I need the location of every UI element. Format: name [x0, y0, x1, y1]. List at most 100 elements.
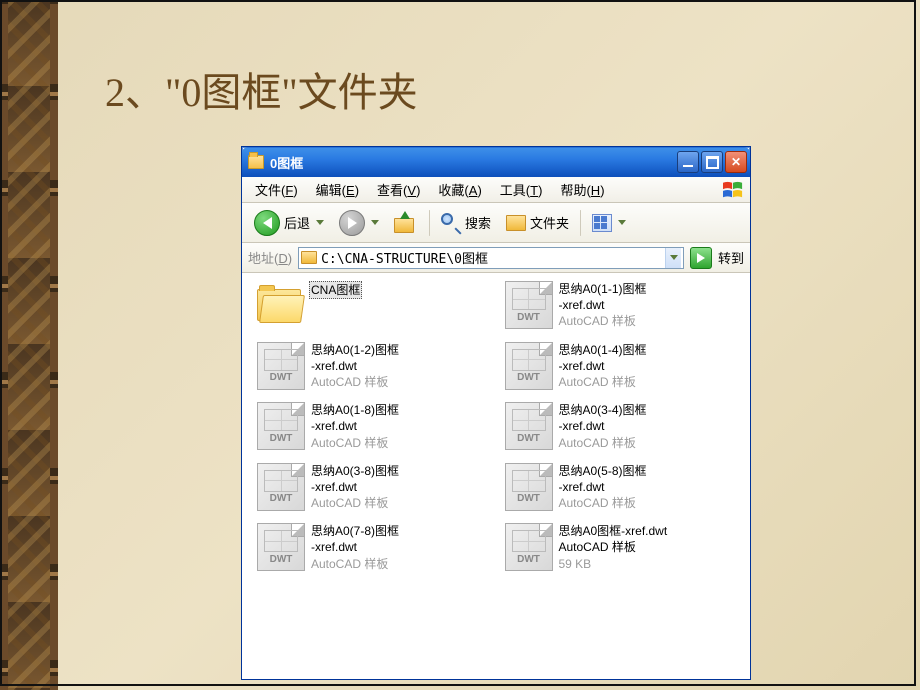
file-type: 59 KB — [559, 556, 668, 572]
menubar: 文件(F) 编辑(E) 查看(V) 收藏(A) 工具(T) 帮助(H) — [242, 177, 750, 203]
file-type: AutoCAD 样板 — [559, 435, 647, 451]
file-type: AutoCAD 样板 — [311, 435, 399, 451]
file-list-area[interactable]: CNA图框DWT思纳A0(1-1)图框-xref.dwtAutoCAD 样板DW… — [242, 273, 750, 679]
dwt-file-icon: DWT — [505, 463, 553, 511]
dwt-file-icon: DWT — [257, 463, 305, 511]
search-icon — [441, 213, 461, 233]
go-label: 转到 — [718, 248, 744, 267]
go-button[interactable] — [690, 247, 712, 269]
file-item[interactable]: DWT思纳A0图框-xref.dwtAutoCAD 样板59 KB — [505, 523, 743, 572]
menu-file[interactable]: 文件(F) — [246, 178, 307, 201]
file-type: AutoCAD 样板 — [311, 495, 399, 511]
file-name: CNA图框 — [309, 281, 362, 299]
toolbar: 后退 搜索 文件夹 — [242, 203, 750, 243]
folder-item[interactable]: CNA图框 — [257, 281, 495, 330]
maximize-button[interactable] — [701, 151, 723, 173]
file-name: 思纳A0(1-4)图框 — [559, 342, 647, 358]
dropdown-arrow-icon — [618, 220, 626, 225]
dwt-file-icon: DWT — [505, 523, 553, 571]
views-icon — [592, 214, 612, 232]
file-type: AutoCAD 样板 — [311, 556, 399, 572]
dwt-file-icon: DWT — [505, 342, 553, 390]
up-folder-button[interactable] — [388, 210, 424, 236]
file-label-group: 思纳A0(3-4)图框-xref.dwtAutoCAD 样板 — [559, 402, 647, 451]
address-field[interactable] — [298, 247, 684, 269]
address-label: 地址(D) — [248, 248, 292, 267]
file-item[interactable]: DWT思纳A0(1-1)图框-xref.dwtAutoCAD 样板 — [505, 281, 743, 330]
forward-arrow-icon — [339, 210, 365, 236]
dropdown-arrow-icon — [316, 220, 324, 225]
file-type: AutoCAD 样板 — [559, 495, 647, 511]
file-label-group: 思纳A0(1-4)图框-xref.dwtAutoCAD 样板 — [559, 342, 647, 391]
file-line2: -xref.dwt — [559, 358, 647, 374]
dropdown-arrow-icon — [371, 220, 379, 225]
file-label-group: 思纳A0(3-8)图框-xref.dwtAutoCAD 样板 — [311, 463, 399, 512]
views-button[interactable] — [586, 211, 632, 235]
window-caption: 0图框 — [270, 153, 677, 172]
menu-edit[interactable]: 编辑(E) — [307, 178, 368, 201]
dwt-file-icon: DWT — [257, 342, 305, 390]
file-item[interactable]: DWT思纳A0(1-2)图框-xref.dwtAutoCAD 样板 — [257, 342, 495, 391]
dwt-file-icon: DWT — [257, 523, 305, 571]
file-item[interactable]: DWT思纳A0(5-8)图框-xref.dwtAutoCAD 样板 — [505, 463, 743, 512]
address-input[interactable] — [321, 249, 665, 267]
file-name: 思纳A0图框-xref.dwt — [559, 523, 668, 539]
menu-tools[interactable]: 工具(T) — [491, 178, 552, 201]
titlebar[interactable]: 0图框 — [242, 147, 750, 177]
file-line2: -xref.dwt — [311, 418, 399, 434]
file-line2: -xref.dwt — [559, 418, 647, 434]
folder-icon — [301, 251, 317, 264]
dwt-file-icon: DWT — [505, 281, 553, 329]
menu-view[interactable]: 查看(V) — [368, 178, 429, 201]
file-name: 思纳A0(1-2)图框 — [311, 342, 399, 358]
windows-flag-icon — [720, 179, 746, 201]
folder-icon — [506, 215, 526, 231]
file-label-group: 思纳A0(1-1)图框-xref.dwtAutoCAD 样板 — [559, 281, 647, 330]
menu-help[interactable]: 帮助(H) — [551, 178, 613, 201]
slide-decorative-border — [0, 0, 58, 690]
file-item[interactable]: DWT思纳A0(3-8)图框-xref.dwtAutoCAD 样板 — [257, 463, 495, 512]
file-item[interactable]: DWT思纳A0(3-4)图框-xref.dwtAutoCAD 样板 — [505, 402, 743, 451]
explorer-window: 0图框 文件(F) 编辑(E) 查看(V) 收藏(A) 工具(T) 帮助(H) — [241, 146, 751, 680]
file-name: 思纳A0(3-4)图框 — [559, 402, 647, 418]
window-controls — [677, 151, 747, 173]
menu-favorites[interactable]: 收藏(A) — [429, 178, 490, 201]
separator — [429, 210, 430, 236]
back-button[interactable]: 后退 — [248, 207, 330, 239]
file-label-group: 思纳A0(1-8)图框-xref.dwtAutoCAD 样板 — [311, 402, 399, 451]
address-bar: 地址(D) 转到 — [242, 243, 750, 273]
dwt-file-icon: DWT — [505, 402, 553, 450]
file-item[interactable]: DWT思纳A0(1-4)图框-xref.dwtAutoCAD 样板 — [505, 342, 743, 391]
file-label-group: CNA图框 — [309, 281, 362, 299]
file-line2: -xref.dwt — [559, 297, 647, 313]
file-name: 思纳A0(5-8)图框 — [559, 463, 647, 479]
separator — [580, 210, 581, 236]
go-arrow-icon — [697, 253, 705, 263]
file-label-group: 思纳A0图框-xref.dwtAutoCAD 样板59 KB — [559, 523, 668, 572]
file-item[interactable]: DWT思纳A0(1-8)图框-xref.dwtAutoCAD 样板 — [257, 402, 495, 451]
folders-button[interactable]: 文件夹 — [500, 210, 575, 235]
file-line2: -xref.dwt — [311, 358, 399, 374]
slide-title: 2、"0图框"文件夹 — [105, 60, 418, 118]
forward-button[interactable] — [333, 207, 385, 239]
file-label-group: 思纳A0(7-8)图框-xref.dwtAutoCAD 样板 — [311, 523, 399, 572]
back-arrow-icon — [254, 210, 280, 236]
close-button[interactable] — [725, 151, 747, 173]
search-button[interactable]: 搜索 — [435, 210, 497, 236]
address-dropdown-button[interactable] — [665, 248, 681, 268]
dwt-file-icon: DWT — [257, 402, 305, 450]
file-name: 思纳A0(3-8)图框 — [311, 463, 399, 479]
file-line2: -xref.dwt — [559, 479, 647, 495]
file-label-group: 思纳A0(5-8)图框-xref.dwtAutoCAD 样板 — [559, 463, 647, 512]
folder-icon — [257, 285, 303, 325]
file-item[interactable]: DWT思纳A0(7-8)图框-xref.dwtAutoCAD 样板 — [257, 523, 495, 572]
slide-background: 2、"0图框"文件夹 0图框 文件(F) 编辑(E) 查看(V) 收藏(A) 工… — [0, 0, 920, 690]
file-label-group: 思纳A0(1-2)图框-xref.dwtAutoCAD 样板 — [311, 342, 399, 391]
file-name: 思纳A0(1-8)图框 — [311, 402, 399, 418]
file-type: AutoCAD 样板 — [559, 313, 647, 329]
file-name: 思纳A0(7-8)图框 — [311, 523, 399, 539]
minimize-button[interactable] — [677, 151, 699, 173]
file-line2: AutoCAD 样板 — [559, 539, 668, 555]
file-line2: -xref.dwt — [311, 479, 399, 495]
file-type: AutoCAD 样板 — [559, 374, 647, 390]
